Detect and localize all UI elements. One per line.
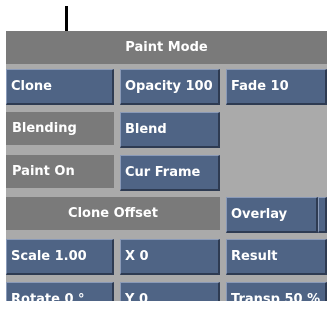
overlay-toggle[interactable] bbox=[318, 197, 327, 233]
scale-field[interactable]: Scale 1.00 bbox=[6, 239, 114, 275]
x-offset-field[interactable]: X 0 bbox=[120, 239, 220, 275]
blending-label: Blending bbox=[6, 112, 114, 145]
clone-offset-header: Clone Offset bbox=[6, 197, 220, 230]
blend-button[interactable]: Blend bbox=[120, 112, 220, 148]
opacity-field[interactable]: Opacity 100 bbox=[120, 69, 220, 105]
rotate-field[interactable]: Rotate 0 ° bbox=[6, 282, 114, 301]
paint-mode-header: Paint Mode bbox=[6, 31, 327, 64]
result-button[interactable]: Result bbox=[226, 239, 327, 275]
transparency-field[interactable]: Transp 50 % bbox=[226, 282, 327, 301]
y-offset-field[interactable]: Y 0 bbox=[120, 282, 220, 301]
clone-button[interactable]: Clone bbox=[6, 69, 114, 105]
fade-field[interactable]: Fade 10 bbox=[226, 69, 327, 105]
cur-frame-button[interactable]: Cur Frame bbox=[120, 155, 220, 191]
overlay-button[interactable]: Overlay bbox=[226, 197, 318, 233]
paint-on-label: Paint On bbox=[6, 155, 114, 188]
paint-mode-panel: Paint Mode Clone Opacity 100 Fade 10 Ble… bbox=[6, 31, 327, 301]
